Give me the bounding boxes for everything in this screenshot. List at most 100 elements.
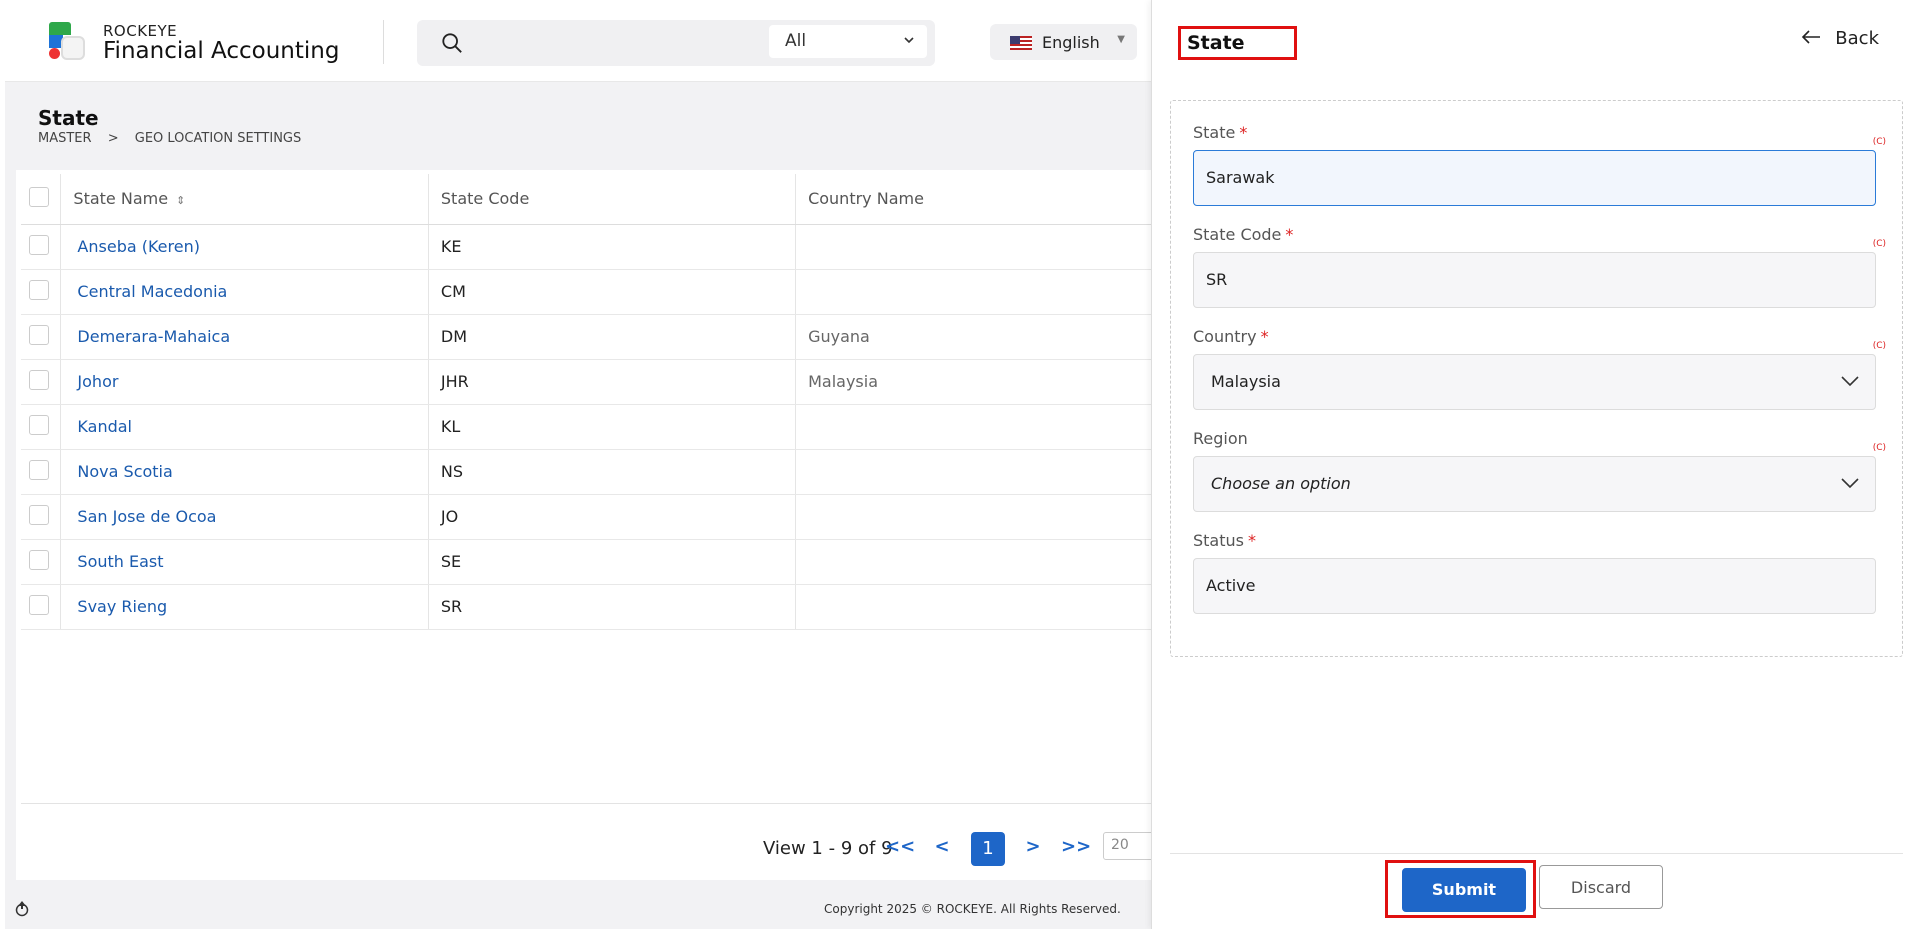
submit-button[interactable]: Submit: [1402, 868, 1526, 912]
language-label: English: [1042, 33, 1100, 52]
country-name-cell: [795, 404, 1156, 450]
state-input[interactable]: Sarawak: [1193, 150, 1876, 206]
row-checkbox[interactable]: [29, 459, 49, 480]
table-row: Johor JHR Malaysia: [21, 359, 1156, 405]
search-filter-value: All: [785, 31, 807, 51]
row-checkbox[interactable]: [29, 324, 49, 345]
back-label: Back: [1835, 28, 1879, 49]
caret-down-icon: ▼: [1117, 34, 1125, 45]
chevron-down-icon: [1841, 376, 1859, 387]
state-name-link[interactable]: Anseba (Keren): [60, 224, 429, 270]
current-page-button[interactable]: 1: [971, 832, 1005, 866]
region-select[interactable]: Choose an option: [1193, 456, 1876, 512]
state-code-cell: KE: [428, 224, 797, 270]
prev-page-button[interactable]: <: [929, 836, 955, 862]
breadcrumb-geo-location[interactable]: GEO LOCATION SETTINGS: [135, 131, 302, 146]
search-filter-select[interactable]: All: [769, 25, 927, 58]
back-button[interactable]: Back: [1801, 28, 1879, 49]
country-value: Malaysia: [1211, 372, 1281, 391]
table-row: Svay Rieng SR: [21, 584, 1156, 630]
state-code-cell: SR: [428, 584, 797, 630]
table-row: Nova Scotia NS: [21, 449, 1156, 495]
breadcrumb-separator: >: [107, 131, 119, 146]
states-table: State Name ⇕ State Code Country Name Anse…: [21, 174, 1156, 630]
country-label: Country *: [1193, 327, 1269, 346]
country-name-cell: [795, 494, 1156, 540]
country-name-cell: [795, 539, 1156, 585]
row-checkbox[interactable]: [29, 279, 49, 300]
country-name-cell: Guyana: [795, 314, 1156, 360]
state-name-link[interactable]: Central Macedonia: [60, 269, 429, 315]
header-divider: [383, 20, 384, 64]
country-select[interactable]: Malaysia: [1193, 354, 1876, 410]
arrow-left-icon: [1802, 30, 1821, 44]
country-name-cell: [795, 269, 1156, 315]
recycle-icon[interactable]: [13, 899, 31, 917]
table-row: Anseba (Keren) KE: [21, 224, 1156, 270]
c-tag: (C): [1872, 443, 1886, 453]
state-edit-drawer: State Back State * (C) Sarawak State Code…: [1151, 0, 1919, 929]
table-row: Kandal KL: [21, 404, 1156, 450]
row-checkbox[interactable]: [29, 234, 49, 255]
chevron-down-icon: [1841, 478, 1859, 489]
app-title: Financial Accounting: [103, 38, 340, 64]
row-checkbox[interactable]: [29, 594, 49, 615]
c-tag: (C): [1872, 341, 1886, 351]
sort-icon[interactable]: ⇕: [176, 194, 185, 207]
breadcrumb-master[interactable]: MASTER: [38, 131, 92, 146]
table-row: South East SE: [21, 539, 1156, 585]
pagination-info: View 1 - 9 of 9: [763, 838, 893, 859]
page-title: State: [38, 106, 99, 130]
row-checkbox[interactable]: [29, 504, 49, 525]
column-state-name[interactable]: State Name ⇕: [60, 174, 429, 225]
search-icon[interactable]: [441, 32, 463, 54]
us-flag-icon: [1010, 36, 1032, 50]
table-header-row: State Name ⇕ State Code Country Name: [21, 174, 1156, 225]
state-name-link[interactable]: Svay Rieng: [60, 584, 429, 630]
select-all-cell: [21, 174, 62, 225]
country-name-cell: Malaysia: [795, 359, 1156, 405]
column-country-name: Country Name: [795, 174, 1156, 225]
discard-button[interactable]: Discard: [1539, 865, 1663, 909]
drawer-title: State: [1178, 26, 1297, 60]
select-all-checkbox[interactable]: [29, 186, 49, 207]
copyright-footer: Copyright 2025 © ROCKEYE. All Rights Res…: [824, 902, 1121, 916]
state-code-cell: NS: [428, 449, 797, 495]
table-footer-divider: [21, 803, 1156, 804]
status-field[interactable]: Active: [1193, 558, 1876, 614]
top-header: ROCKEYE Financial Accounting All English…: [5, 2, 1155, 82]
state-name-link[interactable]: San Jose de Ocoa: [60, 494, 429, 540]
rockeye-logo[interactable]: [43, 20, 85, 62]
state-code-cell: DM: [428, 314, 797, 360]
country-name-cell: [795, 224, 1156, 270]
table-row: Demerara-Mahaica DM Guyana: [21, 314, 1156, 360]
c-tag: (C): [1872, 239, 1886, 249]
chevron-down-icon: [904, 37, 914, 44]
c-tag: (C): [1872, 137, 1886, 147]
state-name-link[interactable]: Nova Scotia: [60, 449, 429, 495]
state-name-link[interactable]: Johor: [60, 359, 429, 405]
next-page-button[interactable]: >: [1020, 836, 1046, 862]
drawer-footer-divider: [1170, 853, 1903, 854]
first-page-button[interactable]: <<: [885, 836, 915, 862]
column-state-code: State Code: [428, 174, 797, 225]
global-search[interactable]: All: [417, 20, 935, 66]
row-checkbox[interactable]: [29, 369, 49, 390]
state-code-input[interactable]: SR: [1193, 252, 1876, 308]
state-code-cell: SE: [428, 539, 797, 585]
last-page-button[interactable]: >>: [1061, 836, 1091, 862]
state-code-cell: KL: [428, 404, 797, 450]
page-size-select[interactable]: 20: [1103, 832, 1155, 860]
region-placeholder: Choose an option: [1211, 474, 1351, 493]
row-checkbox[interactable]: [29, 414, 49, 435]
status-label: Status *: [1193, 531, 1256, 550]
language-selector[interactable]: English ▼: [990, 24, 1137, 60]
state-code-cell: CM: [428, 269, 797, 315]
state-name-link[interactable]: Demerara-Mahaica: [60, 314, 429, 360]
state-label: State *: [1193, 123, 1248, 142]
state-name-link[interactable]: South East: [60, 539, 429, 585]
state-name-link[interactable]: Kandal: [60, 404, 429, 450]
breadcrumb: MASTER > GEO LOCATION SETTINGS: [38, 131, 313, 146]
region-label: Region: [1193, 429, 1248, 448]
row-checkbox[interactable]: [29, 549, 49, 570]
